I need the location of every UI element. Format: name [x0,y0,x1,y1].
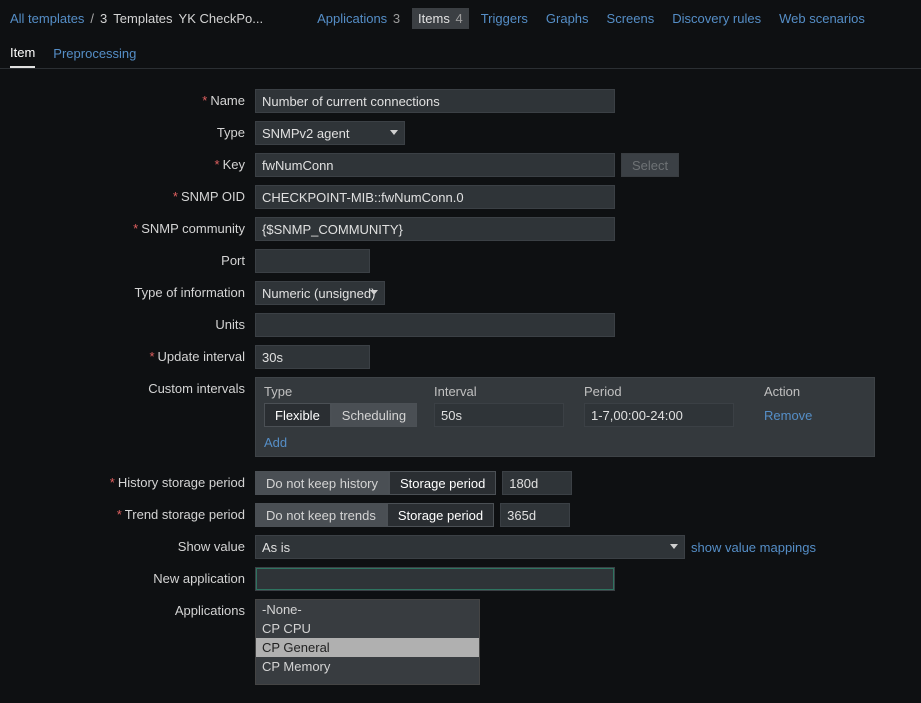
label-type: Type [217,125,245,140]
show-value-select[interactable]: As is [256,536,684,558]
label-applications: Applications [175,603,245,618]
new-application-input[interactable] [255,567,615,591]
interval-type-flexible[interactable]: Flexible [264,403,331,427]
label-trend-storage: Trend storage period [125,507,245,522]
chevron-down-icon [390,130,398,135]
custom-intervals-head-interval: Interval [434,384,584,399]
item-form: *Name Type SNMPv2 agent *Key Select *SNM… [0,69,921,703]
label-name: Name [210,93,245,108]
breadcrumb-all-templates[interactable]: All templates [10,11,84,26]
label-snmp-oid: SNMP OID [181,189,245,204]
custom-intervals-head-action: Action [764,384,844,399]
update-interval-input[interactable] [255,345,370,369]
custom-intervals-head-period: Period [584,384,764,399]
breadcrumb-separator: / [90,11,94,26]
tab-row: Item Preprocessing [0,35,921,69]
label-show-value: Show value [178,539,245,554]
tab-item[interactable]: Item [10,39,35,68]
nav-items-label: Items [418,11,450,26]
applications-option-cp-general[interactable]: CP General [256,638,479,657]
breadcrumb-templates-label: Templates [113,11,172,26]
snmp-oid-input[interactable] [255,185,615,209]
interval-type-scheduling[interactable]: Scheduling [331,403,417,427]
label-update-interval: Update interval [158,349,245,364]
applications-option-none[interactable]: -None- [256,600,479,619]
nav-screens[interactable]: Screens [601,8,661,29]
interval-remove-link[interactable]: Remove [764,408,812,423]
port-input[interactable] [255,249,370,273]
tab-preprocessing[interactable]: Preprocessing [53,40,136,67]
history-storage-period[interactable]: Storage period [389,471,496,495]
applications-option-cp-cpu[interactable]: CP CPU [256,619,479,638]
label-snmp-community: SNMP community [141,221,245,236]
interval-value-input[interactable] [434,403,564,427]
history-storage-value-input[interactable] [502,471,572,495]
label-units: Units [215,317,245,332]
trend-storage-value-input[interactable] [500,503,570,527]
trend-storage-segment: Do not keep trends Storage period [255,503,494,527]
interval-type-segment: Flexible Scheduling [264,403,417,427]
key-select-button: Select [621,153,679,177]
applications-listbox[interactable]: -None- CP CPU CP General CP Memory [255,599,480,685]
label-custom-intervals: Custom intervals [148,381,245,396]
trend-do-not-keep[interactable]: Do not keep trends [255,503,387,527]
type-of-information-select[interactable]: Numeric (unsigned) [256,282,398,304]
nav-graphs[interactable]: Graphs [540,8,595,29]
custom-intervals-table: Type Interval Period Action Flexible Sch… [255,377,875,457]
name-input[interactable] [255,89,615,113]
breadcrumb-count: 3 [100,11,107,26]
history-storage-segment: Do not keep history Storage period [255,471,496,495]
nav-items-count: 4 [455,11,462,26]
nav-web-scenarios[interactable]: Web scenarios [773,8,871,29]
type-select[interactable]: SNMPv2 agent [256,122,372,144]
label-port: Port [221,253,245,268]
breadcrumb-nav-row: All templates / 3 Templates YK CheckPo..… [0,0,921,35]
nav-triggers[interactable]: Triggers [475,8,534,29]
label-new-application: New application [153,571,245,586]
interval-period-input[interactable] [584,403,734,427]
trend-storage-period[interactable]: Storage period [387,503,494,527]
units-input[interactable] [255,313,615,337]
label-key: Key [223,157,245,172]
show-value-mappings-link[interactable]: show value mappings [691,540,816,555]
custom-intervals-head-type: Type [264,384,434,399]
nav-applications-label: Applications [317,11,387,26]
nav-discovery-rules[interactable]: Discovery rules [666,8,767,29]
nav-items[interactable]: Items 4 [412,8,469,29]
key-input[interactable] [255,153,615,177]
snmp-community-input[interactable] [255,217,615,241]
nav-applications-count: 3 [393,11,400,26]
nav-applications[interactable]: Applications 3 [311,8,406,29]
label-history-storage: History storage period [118,475,245,490]
interval-add-link[interactable]: Add [264,435,287,450]
breadcrumb-current-template: YK CheckPo... [179,11,264,26]
applications-option-cp-memory[interactable]: CP Memory [256,657,479,676]
label-type-of-information: Type of information [134,285,245,300]
history-do-not-keep[interactable]: Do not keep history [255,471,389,495]
custom-interval-row: Flexible Scheduling Remove [264,403,866,427]
